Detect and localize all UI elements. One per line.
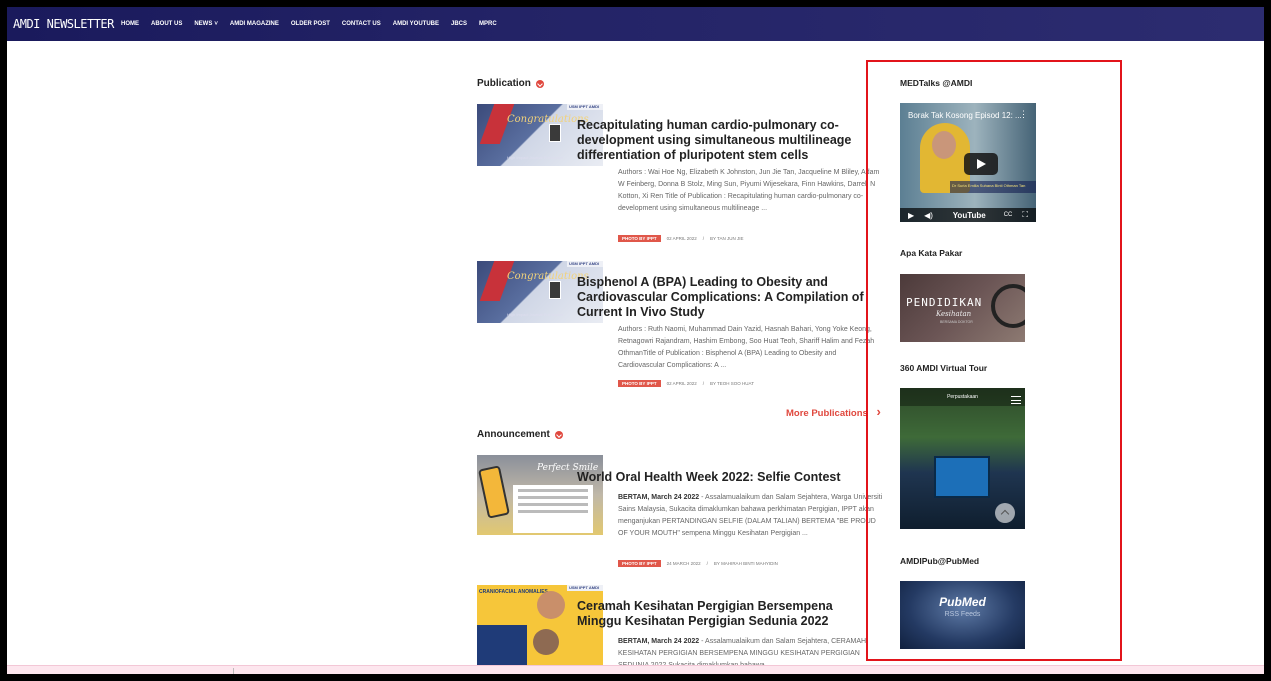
post-excerpt: Authors : Ruth Naomi, Muhammad Dain Yazi… <box>618 326 875 369</box>
poster-panel <box>513 485 593 533</box>
entrance-graphic <box>934 456 990 498</box>
nav-home[interactable]: HOME <box>121 21 139 27</box>
virtual-tour-embed[interactable]: Perpustakaan <box>900 388 1025 529</box>
nav-amdi-magazine[interactable]: AMDI MAGAZINE <box>230 21 279 27</box>
pakar-banner-title: PENDIDIKAN <box>906 296 983 309</box>
pubmed-banner[interactable]: PubMed RSS Feeds <box>900 581 1025 649</box>
meta-separator: / <box>706 561 708 566</box>
nav-jbcs[interactable]: JBCS <box>451 21 467 27</box>
top-navbar: AMDI NEWSLETTER HOME ABOUT US NEWS ˅ AMDI… <box>7 7 1264 41</box>
post-excerpt: Authors : Wai Hoe Ng, Elizabeth K Johnst… <box>618 169 880 212</box>
institution-logo: USM IPPT AMDI <box>567 261 603 267</box>
speaker-face-graphic <box>932 131 956 159</box>
video-title[interactable]: Borak Tak Kosong Episod 12: ... <box>908 111 1022 120</box>
nav-contact-us[interactable]: CONTACT US <box>342 21 381 27</box>
nav-mprc[interactable]: MPRC <box>479 21 497 27</box>
journal-caption: High Impact Journal Publication <box>507 312 564 317</box>
pubmed-logo-text: PubMed <box>939 595 986 609</box>
stethoscope-graphic <box>991 284 1025 328</box>
nav-news[interactable]: NEWS ˅ <box>194 21 218 27</box>
menu-icon[interactable] <box>1011 396 1021 404</box>
speaker-photo <box>537 591 565 619</box>
post-meta: PHOTO BY IPPT 24 MARCH 2022 / BY MAHIRAH… <box>618 560 778 567</box>
post-meta: PHOTO BY IPPT 02 APRIL 2022 / BY TEOH SO… <box>618 380 754 387</box>
youtube-logo[interactable]: YouTube <box>953 211 986 220</box>
nav-divider <box>750 41 754 47</box>
apa-kata-pakar-title: Apa Kata Pakar <box>900 248 963 258</box>
nav-divider <box>1124 41 1128 47</box>
nav-about-us[interactable]: ABOUT US <box>151 21 182 27</box>
captions-icon[interactable]: CC <box>1004 212 1013 218</box>
more-publications-label: More Publications <box>786 408 868 419</box>
announcement-heading: Announcement <box>477 429 563 440</box>
post-meta: PHOTO BY IPPT 02 APRIL 2022 / BY TAN JUN… <box>618 235 743 242</box>
post-author[interactable]: BY TEOH SOO HUAT <box>710 381 754 386</box>
chevron-circle-icon <box>554 430 563 439</box>
post-dateline: BERTAM, March 24 2022 <box>618 638 700 645</box>
post-date: 02 APRIL 2022 <box>666 236 697 241</box>
portrait-graphic <box>549 281 561 299</box>
post-excerpt: BERTAM, March 24 2022 - Assalamualaikum … <box>618 636 883 665</box>
fullscreen-icon[interactable]: ⛶ <box>1022 210 1028 220</box>
page-frame: AMDI NEWSLETTER HOME ABOUT US NEWS ˅ AMDI… <box>7 7 1264 674</box>
nav-amdi-youtube[interactable]: AMDI YOUTUBE <box>393 21 439 27</box>
bottom-bar <box>7 665 1264 674</box>
category-badge[interactable]: PHOTO BY IPPT <box>618 380 661 387</box>
nav-news-label: NEWS <box>194 21 213 27</box>
post-title[interactable]: World Oral Health Week 2022: Selfie Cont… <box>577 470 867 485</box>
phone-graphic <box>478 465 510 519</box>
post-dateline: BERTAM, March 24 2022 <box>618 494 700 501</box>
pakar-banner-subtitle: Kesihatan <box>936 310 972 318</box>
pakar-banner-tagline: BERSAMA DOKTOR <box>940 320 973 324</box>
play-icon[interactable] <box>964 153 998 175</box>
journal-caption: High Impact Journal Publication <box>507 155 564 160</box>
institution-logo: USM IPPT AMDI <box>567 585 603 591</box>
youtube-embed[interactable]: Borak Tak Kosong Episod 12: ... ⋮ Dr Sur… <box>900 103 1036 222</box>
post-author[interactable]: BY MAHIRAH BINTI MAHYIDIN <box>714 561 778 566</box>
post-excerpt: BERTAM, March 24 2022 - Assalamualaikum … <box>618 492 883 540</box>
poster-panel <box>477 625 527 665</box>
play-icon[interactable]: ▶ <box>908 211 914 220</box>
medtalks-title: MEDTalks @AMDI <box>900 78 973 88</box>
poster-heading: CRANIOFACIAL ANOMALIES <box>479 589 548 595</box>
meta-separator: / <box>702 381 704 386</box>
pubmed-title: AMDIPub@PubMed <box>900 556 980 566</box>
category-badge[interactable]: PHOTO BY IPPT <box>618 560 661 567</box>
site-brand[interactable]: AMDI NEWSLETTER <box>13 17 117 31</box>
chevron-circle-icon <box>535 79 544 88</box>
video-controls: ▶ ◀) YouTube CC ⛶ <box>900 208 1036 222</box>
more-options-icon[interactable]: ⋮ <box>1019 109 1028 120</box>
tour-sign-text: Perpustakaan <box>900 388 1025 406</box>
post-title[interactable]: Ceramah Kesihatan Pergigian Bersempena M… <box>577 599 867 629</box>
portrait-graphic <box>549 124 561 142</box>
virtual-tour-title: 360 AMDI Virtual Tour <box>900 363 988 373</box>
publication-heading-text: Publication <box>477 78 531 89</box>
post-thumbnail[interactable]: Perfect Smile <box>477 455 603 535</box>
volume-icon[interactable]: ◀) <box>924 211 933 220</box>
institution-logo: USM IPPT AMDI <box>567 104 603 110</box>
pakar-banner[interactable]: PENDIDIKAN Kesihatan BERSAMA DOKTOR <box>900 274 1025 342</box>
post-title[interactable]: Bisphenol A (BPA) Leading to Obesity and… <box>577 275 867 320</box>
category-badge[interactable]: PHOTO BY IPPT <box>618 235 661 242</box>
post-date: 24 MARCH 2022 <box>666 561 701 566</box>
announcement-heading-text: Announcement <box>477 429 550 440</box>
post-title[interactable]: Recapitulating human cardio-pulmonary co… <box>577 118 867 163</box>
speaker-photo <box>533 629 559 655</box>
pubmed-feed-text: RSS Feeds <box>944 611 981 618</box>
chevron-up-icon[interactable] <box>995 503 1015 523</box>
publication-heading: Publication <box>477 78 544 89</box>
meta-separator: / <box>702 236 704 241</box>
bar-divider <box>233 668 234 674</box>
chevron-down-icon: ˅ <box>214 21 218 27</box>
video-nameplate: Dr Suria Emilia Suhana Binti Othman Tan <box>950 181 1036 193</box>
post-author[interactable]: BY TAN JUN JIE <box>710 236 744 241</box>
nav-older-post[interactable]: OLDER POST <box>291 21 330 27</box>
post-date: 02 APRIL 2022 <box>666 381 697 386</box>
